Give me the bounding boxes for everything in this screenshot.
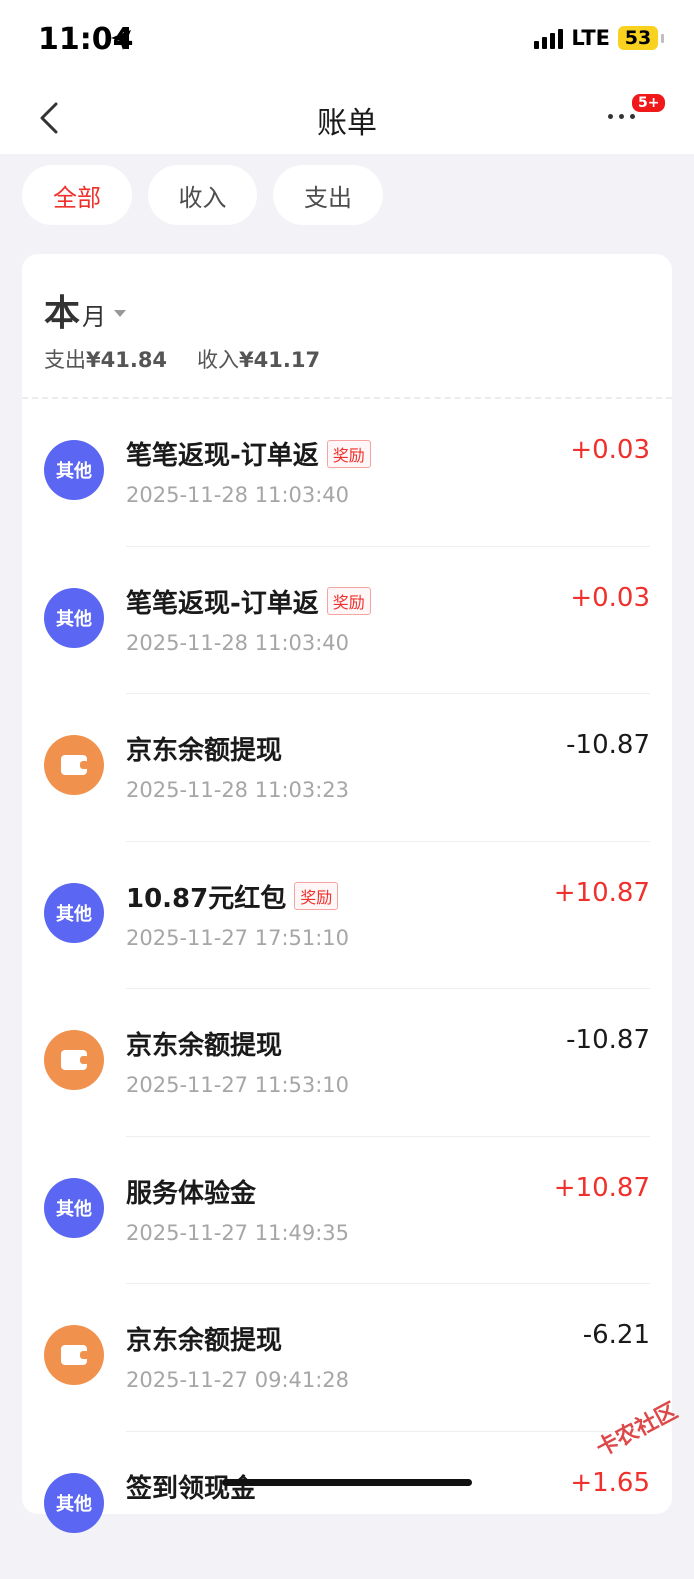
transaction-title: 笔笔返现-订单返奖励 [126, 583, 371, 620]
transaction-title-text: 笔笔返现-订单返 [126, 435, 319, 472]
transaction-row[interactable]: 京东余额提现 2025-11-27 11:53:10 -10.87 [22, 989, 672, 1137]
wallet-icon [44, 1325, 104, 1385]
battery-tip [661, 34, 664, 43]
signal-icon [534, 27, 563, 49]
transaction-title-text: 京东余额提现 [126, 1320, 282, 1357]
expense-label: 支出 [44, 348, 86, 372]
transaction-title-text: 服务体验金 [126, 1173, 256, 1210]
reward-tag: 奖励 [294, 882, 338, 910]
transaction-row[interactable]: 其他 笔笔返现-订单返奖励 2025-11-28 11:03:40 +0.03 [22, 399, 672, 547]
transaction-row[interactable]: 其他 10.87元红包奖励 2025-11-27 17:51:10 +10.87 [22, 842, 672, 990]
category-other-icon: 其他 [44, 440, 104, 500]
transaction-amount: +10.87 [554, 878, 650, 908]
tab-income[interactable]: 收入 [148, 165, 257, 225]
network-label: LTE [571, 26, 610, 50]
transaction-list: 其他 笔笔返现-订单返奖励 2025-11-28 11:03:40 +0.03 … [22, 399, 672, 1579]
transaction-title: 京东余额提现 [126, 1320, 282, 1357]
month-label-big: 本 [44, 284, 80, 336]
wallet-icon [44, 1030, 104, 1090]
nav-bar: 账单 5+ [0, 80, 694, 154]
home-indicator[interactable] [222, 1479, 472, 1486]
reward-tag: 奖励 [327, 440, 371, 468]
category-other-icon: 其他 [44, 588, 104, 648]
transaction-time: 2025-11-28 11:03:40 [126, 483, 349, 507]
tab-expense[interactable]: 支出 [273, 165, 383, 225]
filter-tabs: 全部 收入 支出 [22, 165, 383, 225]
income-total: 收入¥41.17 [197, 344, 320, 374]
month-totals: 支出¥41.84 收入¥41.17 [44, 344, 320, 374]
page-title: 账单 [0, 98, 694, 142]
transaction-row[interactable]: 其他 笔笔返现-订单返奖励 2025-11-28 11:03:40 +0.03 [22, 547, 672, 695]
transaction-title: 服务体验金 [126, 1173, 256, 1210]
tab-all[interactable]: 全部 [22, 165, 132, 225]
status-indicators: LTE 53 [534, 26, 664, 50]
transaction-amount: -10.87 [566, 730, 650, 760]
transaction-title-text: 京东余额提现 [126, 1025, 282, 1062]
transaction-time: 2025-11-27 17:51:10 [126, 926, 349, 950]
category-other-icon: 其他 [44, 883, 104, 943]
location-arrow-icon [110, 29, 132, 51]
income-amount: ¥41.17 [239, 348, 320, 372]
reward-tag: 奖励 [327, 587, 371, 615]
transaction-title-text: 笔笔返现-订单返 [126, 583, 319, 620]
bill-card: 本 月 支出¥41.84 收入¥41.17 其他 笔笔返现-订单返奖励 2025… [22, 254, 672, 1514]
month-label-small: 月 [82, 297, 106, 332]
transaction-amount: +0.03 [570, 435, 650, 465]
transaction-amount: -6.21 [583, 1320, 650, 1350]
caret-down-icon [114, 310, 126, 317]
more-icon[interactable] [608, 114, 635, 119]
transaction-amount: +1.65 [570, 1468, 650, 1498]
status-bar: 11:04 LTE 53 [0, 0, 694, 80]
income-label: 收入 [197, 348, 239, 372]
transaction-row[interactable]: 其他 服务体验金 2025-11-27 11:49:35 +10.87 [22, 1137, 672, 1285]
transaction-time: 2025-11-28 11:03:23 [126, 778, 349, 802]
category-other-icon: 其他 [44, 1178, 104, 1238]
expense-amount: ¥41.84 [86, 348, 167, 372]
notification-badge: 5+ [630, 92, 667, 114]
month-selector[interactable]: 本 月 [44, 284, 126, 336]
transaction-row[interactable]: 京东余额提现 2025-11-27 09:41:28 -6.21 [22, 1284, 672, 1432]
transaction-time: 2025-11-27 09:41:28 [126, 1368, 349, 1392]
transaction-title: 10.87元红包奖励 [126, 878, 338, 915]
transaction-time: 2025-11-27 11:53:10 [126, 1073, 349, 1097]
transaction-time: 2025-11-28 11:03:40 [126, 631, 349, 655]
transaction-title-text: 京东余额提现 [126, 730, 282, 767]
transaction-row[interactable]: 京东余额提现 2025-11-28 11:03:23 -10.87 [22, 694, 672, 842]
battery-icon: 53 [618, 26, 658, 50]
transaction-amount: -10.87 [566, 1025, 650, 1055]
transaction-time: 2025-11-27 11:49:35 [126, 1221, 349, 1245]
transaction-title: 签到领现金 [126, 1468, 256, 1505]
transaction-title-text: 10.87元红包 [126, 878, 286, 915]
more-button[interactable]: 5+ [604, 102, 644, 132]
transaction-title: 京东余额提现 [126, 1025, 282, 1062]
transaction-title: 笔笔返现-订单返奖励 [126, 435, 371, 472]
transaction-title-text: 签到领现金 [126, 1468, 256, 1505]
transaction-row[interactable]: 其他 签到领现金 +1.65 [22, 1432, 672, 1579]
transaction-amount: +0.03 [570, 583, 650, 613]
transaction-amount: +10.87 [554, 1173, 650, 1203]
expense-total: 支出¥41.84 [44, 344, 167, 374]
transaction-title: 京东余额提现 [126, 730, 282, 767]
category-other-icon: 其他 [44, 1473, 104, 1533]
wallet-icon [44, 735, 104, 795]
